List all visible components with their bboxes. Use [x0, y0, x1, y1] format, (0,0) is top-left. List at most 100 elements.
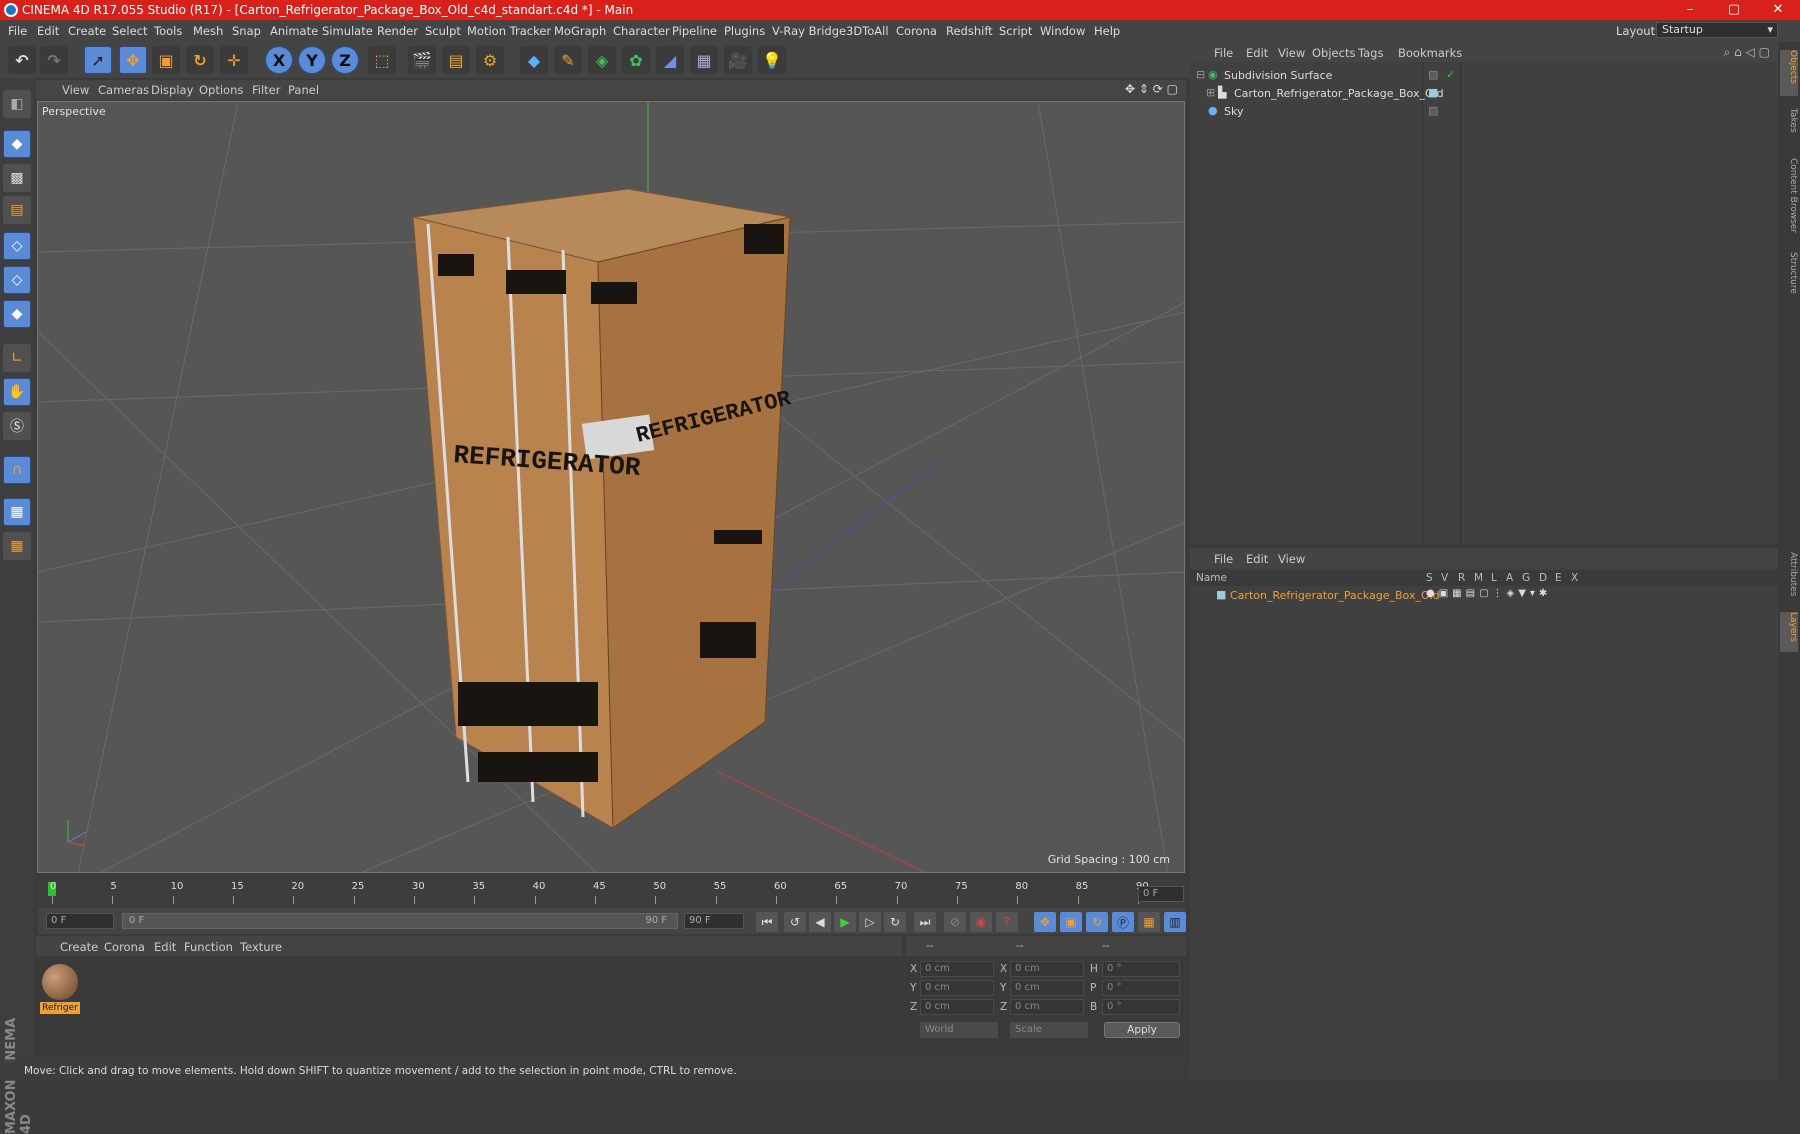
- layers-menu-edit[interactable]: Edit: [1246, 552, 1268, 566]
- viewport-navigation-icons[interactable]: ✥ ⇕ ⟳ ▢: [1125, 82, 1178, 96]
- render-picture-viewer-icon[interactable]: ▤: [442, 46, 470, 74]
- expand-icon[interactable]: ⊟: [1196, 68, 1205, 81]
- viewport-menu-filter[interactable]: Filter: [252, 83, 280, 97]
- material-tag-icon[interactable]: ■: [1428, 86, 1438, 99]
- position-y-field[interactable]: 0 cm: [920, 980, 994, 996]
- key-scale-icon[interactable]: ▣: [1060, 912, 1082, 932]
- enabled-check-icon[interactable]: ✓: [1446, 68, 1455, 81]
- menu-vray-bridge[interactable]: V-Ray Bridge: [772, 24, 846, 38]
- material-menu-corona[interactable]: Corona: [104, 940, 145, 954]
- tab-content-browser[interactable]: Content Browser: [1780, 158, 1798, 238]
- autokey-icon[interactable]: ◉: [970, 912, 992, 932]
- apply-button[interactable]: Apply: [1104, 1022, 1180, 1038]
- coordinate-system-dropdown[interactable]: World: [920, 1022, 998, 1038]
- frame-range-slider[interactable]: 0 F 90 F: [122, 913, 678, 929]
- keyframe-selection-icon[interactable]: ?: [996, 912, 1018, 932]
- object-row-subdivision[interactable]: ⊟ ◉ Subdivision Surface ▨ ✓: [1190, 68, 1778, 85]
- size-mode-dropdown[interactable]: Scale: [1010, 1022, 1088, 1038]
- menu-redshift[interactable]: Redshift: [946, 24, 993, 38]
- menu-snap[interactable]: Snap: [232, 24, 261, 38]
- layers-menu-file[interactable]: File: [1214, 552, 1233, 566]
- timeline-window-icon[interactable]: ▥: [1164, 912, 1186, 932]
- workplane-icon[interactable]: ▤: [3, 196, 31, 224]
- tab-takes[interactable]: Takes: [1780, 108, 1798, 148]
- x-axis-lock-button[interactable]: X: [265, 46, 293, 74]
- layers-menu-view[interactable]: View: [1278, 552, 1305, 566]
- polygons-mode-icon[interactable]: ◆: [3, 300, 31, 328]
- transform-tool-icon[interactable]: ✛: [220, 46, 248, 74]
- viewport-menu-view[interactable]: View: [62, 83, 89, 97]
- edges-mode-icon[interactable]: ◇: [3, 266, 31, 294]
- menu-3dtoall[interactable]: 3DToAll: [846, 24, 889, 38]
- menu-render[interactable]: Render: [377, 24, 418, 38]
- size-z-field[interactable]: 0 cm: [1010, 999, 1084, 1015]
- menu-plugins[interactable]: Plugins: [724, 24, 765, 38]
- material-swatch[interactable]: Refriger: [40, 962, 80, 1014]
- y-axis-lock-button[interactable]: Y: [298, 46, 326, 74]
- key-rotation-icon[interactable]: ↻: [1086, 912, 1108, 932]
- tab-layers[interactable]: Layers: [1780, 612, 1798, 652]
- key-parameter-icon[interactable]: Ⓟ: [1112, 912, 1134, 932]
- key-pla-icon[interactable]: ▦: [1138, 912, 1160, 932]
- previous-key-icon[interactable]: ↺: [784, 912, 806, 932]
- cube-object-icon[interactable]: ◆: [520, 46, 548, 74]
- rotate-tool-icon[interactable]: ↻: [186, 46, 214, 74]
- object-row-sky[interactable]: ● Sky ▨: [1190, 104, 1778, 121]
- viewport-menu-display[interactable]: Display: [151, 83, 193, 97]
- size-y-field[interactable]: 0 cm: [1010, 980, 1084, 996]
- snap-icon[interactable]: Ⓢ: [3, 412, 31, 440]
- redo-icon[interactable]: ↷: [40, 46, 68, 74]
- material-menu-create[interactable]: Create: [60, 940, 98, 954]
- material-menu-function[interactable]: Function: [184, 940, 233, 954]
- objects-menu-tags[interactable]: Tags: [1358, 46, 1383, 60]
- minimize-button[interactable]: –: [1668, 0, 1712, 20]
- rotation-p-field[interactable]: 0 °: [1102, 980, 1180, 996]
- layer-name[interactable]: Carton_Refrigerator_Package_Box_Old: [1230, 589, 1440, 602]
- material-menu-edit[interactable]: Edit: [154, 940, 176, 954]
- expand-icon[interactable]: ⊞: [1206, 86, 1215, 99]
- perspective-viewport[interactable]: REFRIGERATOR REFRIGERATOR Perspective Gr…: [37, 101, 1185, 873]
- next-key-icon[interactable]: ↻: [884, 912, 906, 932]
- current-frame-field[interactable]: 0 F: [1138, 886, 1184, 902]
- deformer-icon[interactable]: ◢: [656, 46, 684, 74]
- layout-dropdown[interactable]: Startup ▾: [1656, 22, 1778, 38]
- mograph-cloner-icon[interactable]: ✿: [622, 46, 650, 74]
- tab-structure[interactable]: Structure: [1780, 252, 1798, 312]
- record-keys-icon[interactable]: ⊘: [944, 912, 966, 932]
- floor-object-icon[interactable]: ▦: [690, 46, 718, 74]
- carton-refrigerator-box[interactable]: REFRIGERATOR REFRIGERATOR: [412, 188, 794, 829]
- objects-menu-file[interactable]: File: [1214, 46, 1233, 60]
- move-tool-icon[interactable]: ✥: [119, 46, 147, 74]
- key-position-icon[interactable]: ✥: [1034, 912, 1056, 932]
- subdivision-surface-icon[interactable]: ◈: [588, 46, 616, 74]
- go-to-end-icon[interactable]: ⏭: [914, 912, 936, 932]
- objects-menu-bookmarks[interactable]: Bookmarks: [1398, 46, 1462, 60]
- light-object-icon[interactable]: 💡: [758, 46, 786, 74]
- objects-menu-edit[interactable]: Edit: [1246, 46, 1268, 60]
- render-view-icon[interactable]: 🎬: [408, 46, 436, 74]
- tab-objects[interactable]: Objects: [1780, 50, 1798, 96]
- editor-render-toggles[interactable]: ▨: [1428, 68, 1438, 81]
- editor-render-toggles[interactable]: ▨: [1428, 104, 1438, 117]
- magnet-icon[interactable]: ∩: [3, 456, 31, 484]
- menu-corona[interactable]: Corona: [896, 24, 937, 38]
- axis-mode-icon[interactable]: ∟: [3, 344, 31, 372]
- model-mode-icon[interactable]: ◆: [3, 130, 31, 158]
- menu-help[interactable]: Help: [1094, 24, 1120, 38]
- menu-simulate[interactable]: Simulate: [322, 24, 373, 38]
- material-menu-texture[interactable]: Texture: [240, 940, 282, 954]
- tweak-mode-icon[interactable]: ✋: [3, 378, 31, 406]
- tab-attributes[interactable]: Attributes: [1780, 552, 1798, 612]
- solo-icon[interactable]: ▦: [3, 532, 31, 560]
- menu-character[interactable]: Character: [613, 24, 670, 38]
- timeline-ruler[interactable]: 051015202530354045505560657075808590 0 F: [38, 880, 1186, 908]
- workplane-lock-icon[interactable]: ▦: [3, 498, 31, 526]
- make-editable-icon[interactable]: ◧: [3, 90, 31, 118]
- pen-spline-icon[interactable]: ✎: [554, 46, 582, 74]
- scale-tool-icon[interactable]: ▣: [152, 46, 180, 74]
- previous-frame-icon[interactable]: ◀: [809, 912, 831, 932]
- menu-file[interactable]: File: [8, 24, 27, 38]
- menu-script[interactable]: Script: [999, 24, 1032, 38]
- position-z-field[interactable]: 0 cm: [920, 999, 994, 1015]
- rotation-h-field[interactable]: 0 °: [1102, 961, 1180, 977]
